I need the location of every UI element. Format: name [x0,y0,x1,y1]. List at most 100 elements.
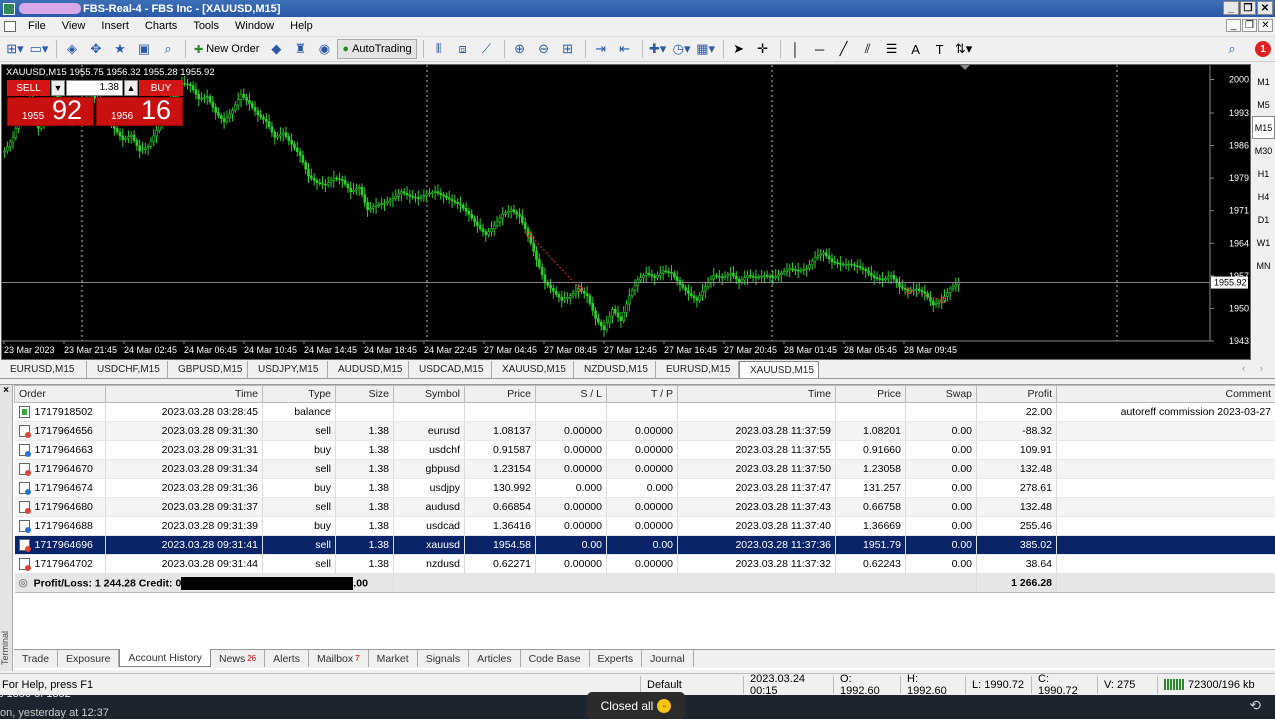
col-type[interactable]: Type [262,385,336,403]
tab-xauusd-active[interactable]: XAUUSD,M15 [739,361,819,378]
terminal-tab-experts[interactable]: Experts [590,650,643,667]
tf-w1[interactable]: W1 [1252,231,1275,254]
table-row[interactable]: 1717964674 2023.03.28 09:31:36 buy 1.38 usdj… [14,478,1275,498]
col-symbol[interactable]: Symbol [393,385,465,403]
tab-xauusd[interactable]: XAUUSD,M15 [492,361,574,378]
sell-button[interactable]: SELL [7,80,50,96]
tf-m15[interactable]: M15 [1252,116,1275,139]
price-chart[interactable]: 2000.80 1993.40 1986.20 1979.00 1971.80 1964.… [2,65,1250,359]
tab-usdcad[interactable]: USDCAD,M15 [409,361,492,378]
fibonacci-icon[interactable]: ☰ [881,39,903,59]
volume-up-button[interactable]: ▲ [124,80,138,96]
col-close-price[interactable]: Price [835,385,906,403]
arrows-icon[interactable]: ⇅▾ [953,39,975,59]
tf-h1[interactable]: H1 [1252,162,1275,185]
crosshair-icon[interactable]: ✛ [752,39,774,59]
buy-price-box[interactable]: 1956 16 [96,95,183,126]
candlestick-icon[interactable]: ⧈ [452,39,474,59]
table-row[interactable]: 1717964656 2023.03.28 09:31:30 sell 1.38 eur… [14,421,1275,441]
tab-eurusd[interactable]: EURUSD,M15 [0,361,87,378]
data-window-icon[interactable]: ✥ [85,39,107,59]
table-row[interactable]: 1717918502 2023.03.28 03:28:45 balance 22.0… [14,402,1275,422]
navigator-icon[interactable]: ★ [109,39,131,59]
buy-button[interactable]: BUY [139,80,183,96]
terminal-icon[interactable]: ▣ [133,39,155,59]
menu-help[interactable]: Help [282,20,321,32]
mdi-close-button[interactable]: ✕ [1258,19,1273,32]
col-profit[interactable]: Profit [976,385,1057,403]
periods-icon[interactable]: ◷▾ [671,39,693,59]
terminal-tab-alerts[interactable]: Alerts [265,650,309,667]
share-icon[interactable]: ⟲ [1249,697,1261,714]
col-comment[interactable]: Comment [1056,385,1275,403]
col-close-time[interactable]: Time [677,385,836,403]
vertical-line-icon[interactable]: │ [785,39,807,59]
col-tp[interactable]: T / P [606,385,678,403]
zoom-in-icon[interactable]: ⊕ [509,39,531,59]
tab-gbpusd[interactable]: GBPUSD,M15 [168,361,248,378]
market-watch-icon[interactable]: ◈ [61,39,83,59]
sell-price-box[interactable]: 1955 92 [7,95,94,126]
status-profile[interactable]: Default [640,675,743,694]
table-row[interactable]: 1717964663 2023.03.28 09:31:31 buy 1.38 usdc… [14,440,1275,460]
channel-icon[interactable]: ⫽ [857,39,879,59]
tf-m30[interactable]: M30 [1252,139,1275,162]
autoscroll-icon[interactable]: ⇥ [590,39,612,59]
volume-input[interactable]: 1.38 [66,80,123,96]
mdi-restore-button[interactable]: ❐ [1242,19,1257,32]
chart-window[interactable]: 2000.80 1993.40 1986.20 1979.00 1971.80 1964.… [1,64,1251,360]
tf-h4[interactable]: H4 [1252,185,1275,208]
minimize-button[interactable]: _ [1223,1,1239,15]
menu-file[interactable]: File [20,20,54,32]
tf-mn[interactable]: MN [1252,254,1275,277]
terminal-tab-market[interactable]: Market [369,650,418,667]
terminal-tab-news[interactable]: News 26 [211,650,266,667]
chart-shift-icon[interactable]: ⇤ [614,39,636,59]
table-row[interactable]: 1717964680 2023.03.28 09:31:37 sell 1.38 aud… [14,497,1275,517]
table-row[interactable]: 1717964696 2023.03.28 09:31:41 sell 1.38 xau… [14,535,1275,555]
zoom-out-icon[interactable]: ⊖ [533,39,555,59]
notification-icon[interactable]: 1 [1255,41,1271,57]
tab-eurusd-2[interactable]: EURUSD,M15 [656,361,739,378]
col-time[interactable]: Time [105,385,263,403]
new-order-button[interactable]: ✚ New Order [190,39,263,59]
volume-down-button[interactable]: ▼ [51,80,65,96]
terminal-close-icon[interactable]: × [0,385,12,396]
tester-icon[interactable]: ⌕ [157,39,179,59]
restore-button[interactable]: ❐ [1240,1,1256,15]
cursor-icon[interactable]: ➤ [728,39,750,59]
terminal-tab-journal[interactable]: Journal [642,650,694,667]
signals-icon[interactable]: ◉ [313,39,335,59]
menu-insert[interactable]: Insert [93,20,137,32]
tf-d1[interactable]: D1 [1252,208,1275,231]
table-row[interactable]: 1717964670 2023.03.28 09:31:34 sell 1.38 gbp… [14,459,1275,479]
terminal-tab-trade[interactable]: Trade [14,650,59,667]
chart-shift-marker[interactable] [960,65,970,70]
tab-usdjpy[interactable]: USDJPY,M15 [248,361,328,378]
table-row[interactable]: 1717964688 2023.03.28 09:31:39 buy 1.38 usdc… [14,516,1275,536]
editor-icon[interactable]: ♜ [289,39,311,59]
col-sl[interactable]: S / L [535,385,607,403]
scroll-left-icon[interactable]: ‹ [1242,363,1245,373]
terminal-tab-articles[interactable]: Articles [469,650,521,667]
menu-window[interactable]: Window [227,20,282,32]
metaeditor-icon[interactable]: ◆ [265,39,287,59]
line-chart-icon[interactable]: ⟋ [476,39,498,59]
templates-icon[interactable]: ▦▾ [695,39,717,59]
scroll-right-icon[interactable]: › [1260,363,1263,373]
terminal-tab-account-history[interactable]: Account History [119,649,211,667]
tab-nzdusd[interactable]: NZDUSD,M15 [574,361,656,378]
trendline-icon[interactable]: ╱ [833,39,855,59]
tile-windows-icon[interactable]: ⊞ [557,39,579,59]
col-order[interactable]: Order [14,385,106,403]
terminal-tab-mailbox[interactable]: Mailbox 7 [309,650,369,667]
new-chart-icon[interactable]: ⊞▾ [4,39,26,59]
tf-m5[interactable]: M5 [1252,93,1275,116]
profiles-icon[interactable]: ▭▾ [28,39,50,59]
menu-charts[interactable]: Charts [137,20,185,32]
horizontal-line-icon[interactable]: ─ [809,39,831,59]
col-swap[interactable]: Swap [905,385,977,403]
col-price[interactable]: Price [464,385,536,403]
indicators-icon[interactable]: ✚▾ [647,39,669,59]
text-icon[interactable]: A [905,39,927,59]
